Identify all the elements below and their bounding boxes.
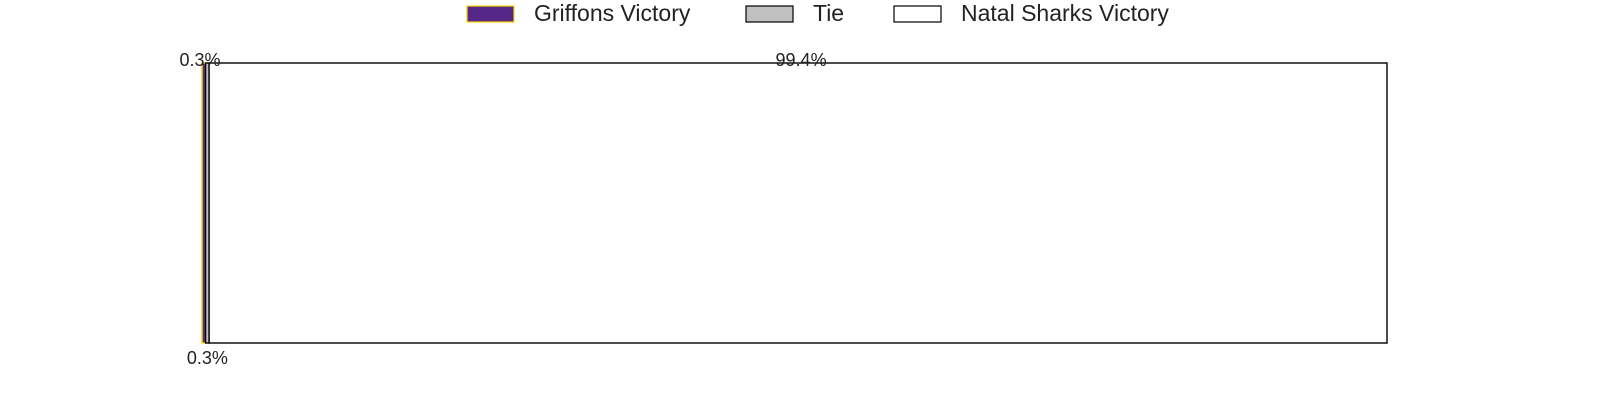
stacked-bar (201, 62, 1388, 344)
legend-swatch-griffons-victory (466, 5, 515, 23)
data-label-natal-sharks-victory: 99.4% (776, 50, 827, 70)
legend-label-griffons-victory: Griffons Victory (534, 0, 691, 26)
legend-swatch-natal-sharks-victory (893, 5, 942, 23)
legend: Griffons Victory Tie Natal Sharks Victory (466, 0, 1169, 26)
chart-svg: Griffons Victory Tie Natal Sharks Victory … (179, 0, 1388, 368)
legend-swatch-tie (745, 5, 794, 23)
legend-label-tie: Tie (813, 0, 844, 26)
data-label-tie: 0.3% (187, 348, 228, 368)
legend-item-natal-sharks-victory: Natal Sharks Victory (893, 0, 1169, 26)
bar-segment-natal-sharks-victory (208, 62, 1388, 344)
legend-label-natal-sharks-victory: Natal Sharks Victory (961, 0, 1169, 26)
data-label-griffons-victory: 0.3% (179, 50, 220, 70)
chart-area: Griffons Victory Tie Natal Sharks Victory … (0, 0, 1600, 400)
legend-item-tie: Tie (745, 0, 844, 26)
legend-item-griffons-victory: Griffons Victory (466, 0, 691, 26)
